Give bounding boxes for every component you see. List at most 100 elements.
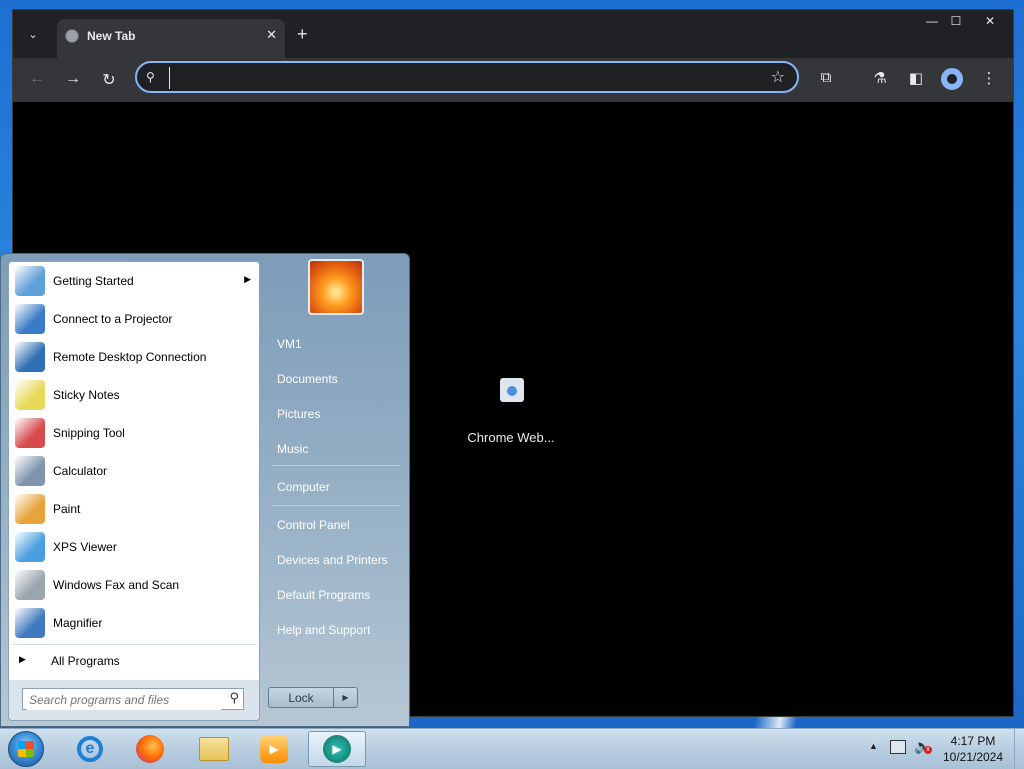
remote-desktop-icon [15, 342, 45, 372]
tab-search-button[interactable]: ⌄ [23, 24, 43, 44]
start-program-item[interactable]: Paint [13, 491, 257, 527]
start-right-item[interactable]: Devices and Printers [271, 545, 403, 575]
taskbar-internet-explorer[interactable]: e [62, 731, 118, 767]
lock-button[interactable]: Lock [268, 687, 334, 708]
address-input[interactable] [169, 67, 754, 89]
taskbar-chrome[interactable]: ▶ [308, 731, 366, 767]
start-right-label: Music [277, 442, 309, 456]
start-program-item[interactable]: Remote Desktop Connection [13, 339, 257, 375]
all-programs-button[interactable]: ▶ All Programs [13, 648, 257, 674]
taskbar-media-player[interactable]: ▶ [246, 731, 302, 767]
fax-scan-icon [15, 570, 45, 600]
start-right-label: VM1 [277, 337, 302, 351]
tab-new-tab[interactable]: New Tab ✕ [57, 19, 285, 58]
start-program-label: Remote Desktop Connection [53, 350, 207, 364]
address-bar[interactable]: ⚲ ☆ [135, 61, 799, 93]
start-program-label: Calculator [53, 464, 108, 478]
divider [271, 505, 401, 506]
start-search-box[interactable]: ⚲ [22, 688, 244, 710]
start-button-windows-icon[interactable] [8, 731, 44, 767]
start-right-item[interactable]: Documents [271, 364, 403, 394]
system-clock[interactable]: 4:17 PM 10/21/2024 [940, 733, 1006, 765]
start-program-label: Paint [53, 502, 81, 516]
sticky-notes-icon [15, 380, 45, 410]
firefox-icon [136, 735, 164, 763]
start-right-label: Documents [277, 372, 338, 386]
close-window-button[interactable]: ✕ [971, 10, 1009, 32]
tab-close-icon[interactable]: ✕ [266, 27, 277, 43]
start-program-item[interactable]: Sticky Notes [13, 377, 257, 413]
xps-viewer-icon [15, 532, 45, 562]
start-program-item[interactable]: Getting Started ▶ [13, 263, 257, 299]
start-right-label: Control Panel [277, 518, 350, 532]
folder-icon [199, 737, 229, 761]
reload-button[interactable]: ↻ [99, 70, 119, 90]
start-menu-programs-pane: Getting Started ▶ Connect to a Projector Re… [8, 261, 260, 721]
getting-started-icon [15, 266, 45, 296]
title-bar: ⌄ New Tab ✕ + — ☐ ✕ [13, 10, 1013, 58]
new-tab-button[interactable]: + [297, 25, 308, 43]
start-program-label: Windows Fax and Scan [53, 578, 180, 592]
maximize-button[interactable]: ☐ [941, 10, 971, 32]
network-icon[interactable] [890, 740, 906, 754]
start-right-label: Devices and Printers [277, 553, 388, 567]
globe-icon [65, 29, 79, 43]
chrome-web-store-shortcut-icon[interactable] [500, 378, 524, 402]
start-program-item[interactable]: Connect to a Projector [13, 301, 257, 337]
start-menu: Getting Started ▶ Connect to a Projector Re… [0, 253, 410, 727]
start-program-item[interactable]: XPS Viewer [13, 529, 257, 565]
start-program-label: Magnifier [53, 616, 103, 630]
start-right-label: Default Programs [277, 588, 371, 602]
clock-time: 4:17 PM [950, 734, 996, 748]
start-program-item[interactable]: Magnifier [13, 605, 257, 641]
start-right-item[interactable]: VM1 [271, 329, 403, 359]
calculator-icon [15, 456, 45, 486]
taskbar-firefox[interactable] [122, 731, 178, 767]
taskbar-windows-explorer[interactable] [186, 731, 242, 767]
start-right-label: Computer [277, 480, 330, 494]
taskbar: e ▶ ▶ ▲ 🔈 x 4:17 PM 10/21/2024 [0, 728, 1024, 769]
search-icon: ⚲ [146, 70, 155, 84]
user-picture-avatar[interactable] [308, 259, 364, 315]
search-icon: ⚲ [229, 690, 239, 705]
back-button[interactable]: ← [27, 70, 47, 88]
divider [271, 465, 401, 466]
start-right-item[interactable]: Control Panel [271, 510, 403, 540]
start-search-input[interactable] [27, 690, 221, 710]
paint-icon [15, 494, 45, 524]
start-right-item[interactable]: Computer [271, 472, 403, 502]
start-program-item[interactable]: Calculator [13, 453, 257, 489]
divider [13, 644, 257, 645]
start-right-item[interactable]: Music [271, 434, 403, 464]
forward-button[interactable]: → [63, 70, 83, 88]
profile-avatar-icon[interactable] [939, 66, 965, 92]
show-hidden-icons-button[interactable]: ▲ [869, 741, 878, 751]
chevron-right-icon: ▶ [19, 654, 26, 664]
start-program-label: Snipping Tool [53, 426, 125, 440]
magnifier-icon [15, 608, 45, 638]
shutdown-options-arrow-icon[interactable]: ▶ [334, 687, 358, 708]
snipping-tool-icon [15, 418, 45, 448]
start-search-area: ⚲ [9, 680, 259, 720]
start-right-label: Help and Support [277, 623, 371, 637]
browser-toolbar: ← → ↻ ⚲ ☆ ⧉ ⚗ ◧ ⋮ [13, 58, 1013, 102]
start-program-label: Getting Started [53, 274, 134, 288]
extensions-icon[interactable]: ⧉ [816, 69, 836, 86]
chrome-icon: ▶ [323, 735, 351, 763]
start-program-item[interactable]: Windows Fax and Scan [13, 567, 257, 603]
start-right-item[interactable]: Pictures [271, 399, 403, 429]
all-programs-label: All Programs [51, 654, 120, 668]
show-desktop-button[interactable] [1014, 729, 1024, 769]
submenu-arrow-icon: ▶ [244, 274, 251, 284]
side-panel-icon[interactable]: ◧ [906, 69, 926, 87]
shortcut-label[interactable]: Chrome Web... [451, 430, 571, 445]
start-right-item[interactable]: Help and Support [271, 615, 403, 645]
start-program-label: Connect to a Projector [53, 312, 173, 326]
projector-icon [15, 304, 45, 334]
start-program-item[interactable]: Snipping Tool [13, 415, 257, 451]
start-right-item[interactable]: Default Programs [271, 580, 403, 610]
tab-title: New Tab [87, 29, 136, 43]
chrome-menu-icon[interactable]: ⋮ [979, 69, 999, 87]
labs-flask-icon[interactable]: ⚗ [870, 69, 890, 87]
bookmark-star-icon[interactable]: ☆ [771, 67, 785, 87]
